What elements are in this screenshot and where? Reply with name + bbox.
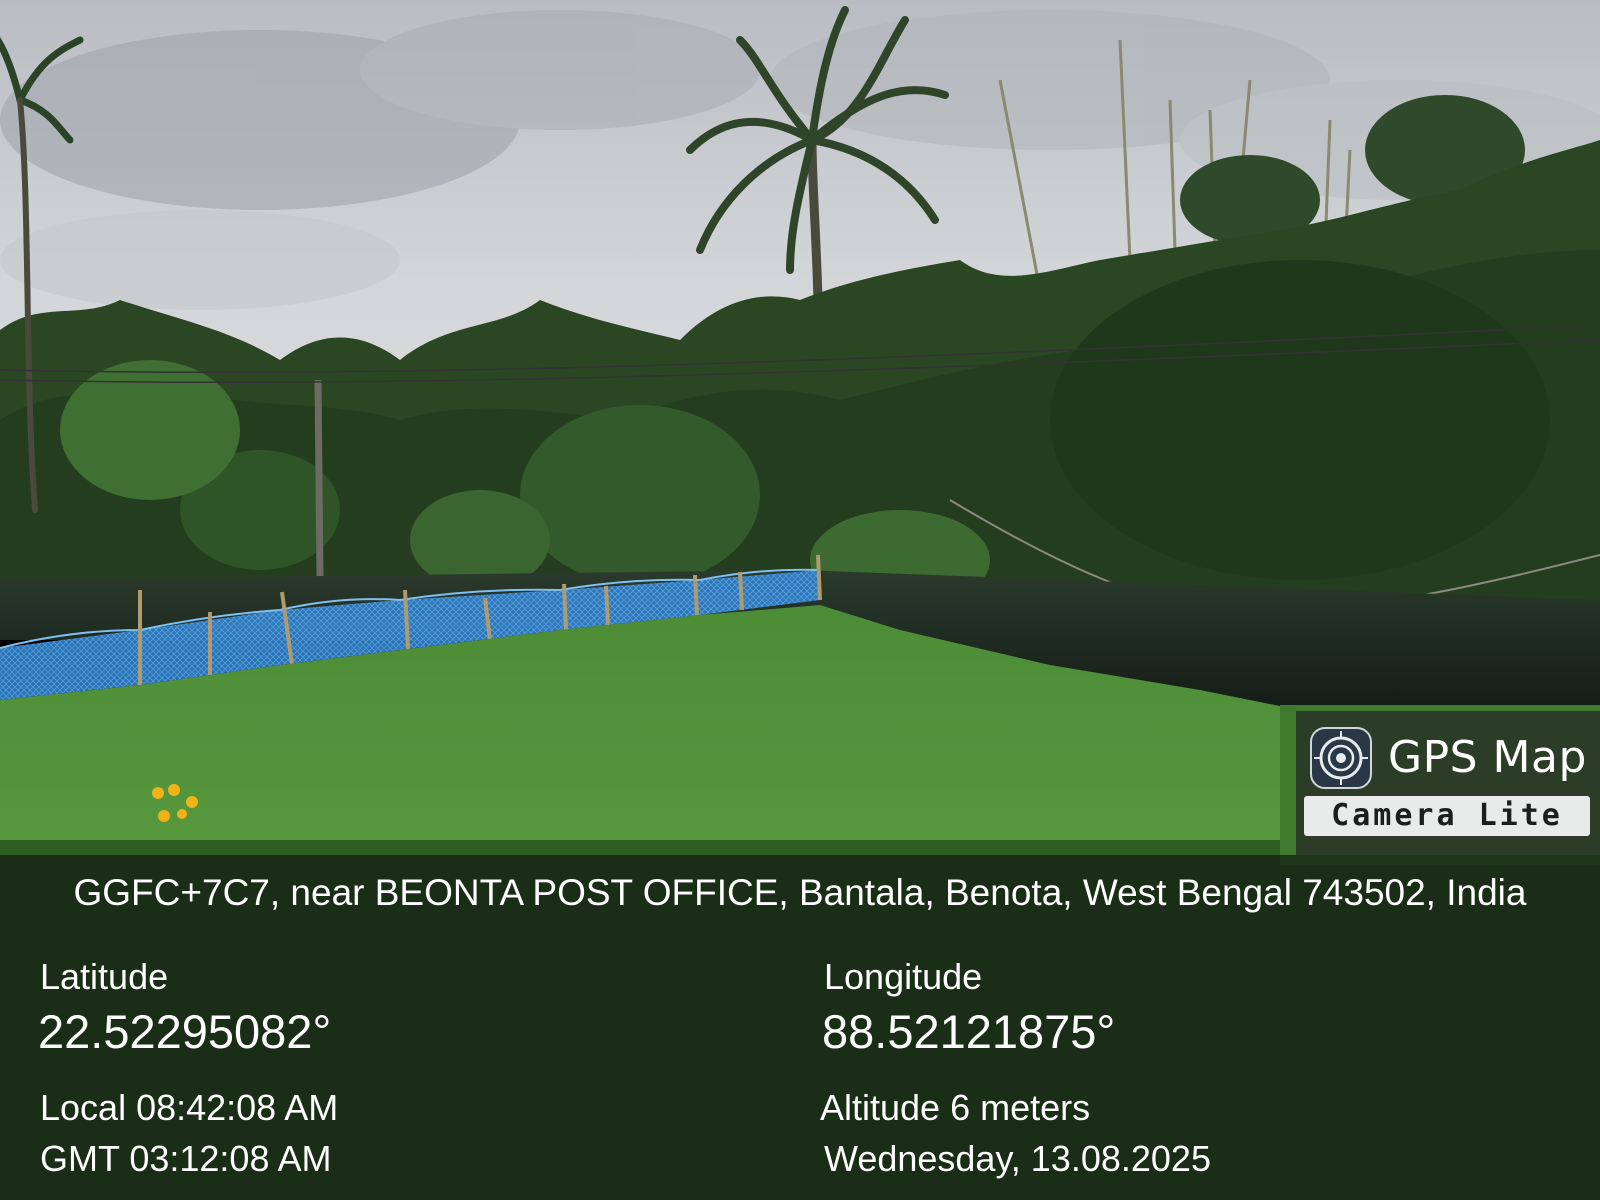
- gps-map-camera-badge: GPS Map Camera Lite: [1296, 711, 1600, 855]
- date-text: Wednesday, 13.08.2025: [824, 1138, 1211, 1179]
- longitude-value: 88.52121875°: [822, 1005, 1116, 1058]
- gmt-time: GMT 03:12:08 AM: [40, 1138, 332, 1179]
- local-time: Local 08:42:08 AM: [40, 1087, 339, 1128]
- latitude-label: Latitude: [40, 956, 169, 997]
- address-text: GGFC+7C7, near BEONTA POST OFFICE, Banta…: [73, 872, 1527, 913]
- altitude-text: Altitude 6 meters: [820, 1087, 1091, 1128]
- longitude-label: Longitude: [824, 956, 983, 997]
- latitude-value: 22.52295082°: [38, 1005, 332, 1058]
- geotagged-photo: GPS Map Camera Lite GGFC+7C7, near BEONT…: [0, 0, 1600, 1200]
- camera-lens-icon: [1310, 727, 1372, 789]
- location-info-panel: GGFC+7C7, near BEONTA POST OFFICE, Banta…: [0, 855, 1600, 1200]
- badge-title: GPS Map: [1388, 732, 1587, 783]
- badge-subtitle: Camera Lite: [1304, 796, 1590, 836]
